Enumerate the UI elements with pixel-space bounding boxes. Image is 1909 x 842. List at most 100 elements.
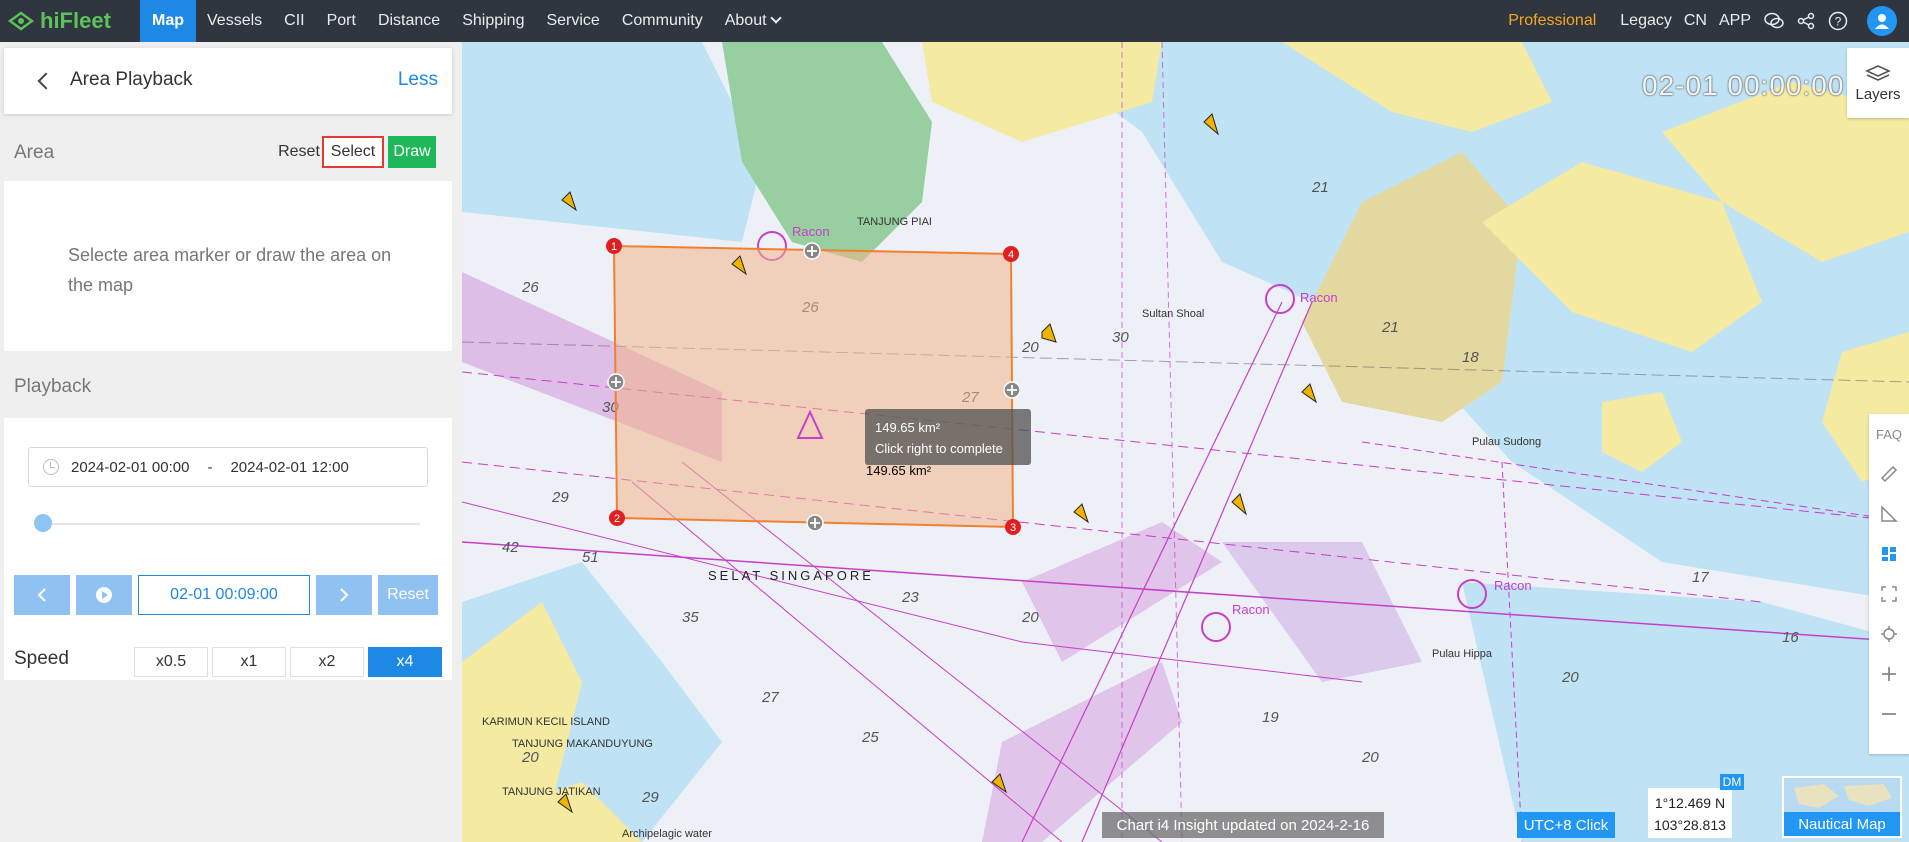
area-section-label: Area	[14, 142, 55, 163]
chevron-left-icon	[37, 588, 46, 602]
speed-x4-button[interactable]: x4	[368, 647, 442, 677]
nautical-map-label: Nautical Map	[1784, 812, 1900, 836]
map-label-tanjung-makanduyung: TANJUNG MAKANDUYUNG	[512, 738, 653, 750]
area-hint-text: Selecte area marker or draw the area on …	[68, 245, 392, 295]
utc-timezone-button[interactable]: UTC+8 Click	[1517, 812, 1615, 838]
back-chevron-icon[interactable]	[37, 72, 55, 90]
latitude-readout: 1°12.469 N	[1654, 795, 1726, 811]
hifleet-logo-icon	[8, 11, 34, 31]
chevron-down-icon	[769, 12, 782, 24]
nav-service[interactable]: Service	[535, 0, 610, 42]
map-label-archipelagic-water: Archipelagic water	[622, 828, 712, 840]
svg-text:51: 51	[582, 549, 599, 566]
nav-community[interactable]: Community	[611, 0, 714, 42]
layers-icon	[1865, 64, 1891, 81]
svg-text:21: 21	[1311, 179, 1329, 196]
professional-link[interactable]: Professional	[1508, 12, 1596, 30]
user-avatar-icon[interactable]	[1867, 6, 1897, 36]
map-label-karimun-kecil: KARIMUN KECIL ISLAND	[482, 716, 610, 728]
playback-slider-handle[interactable]	[34, 514, 52, 532]
playback-slider-track[interactable]	[42, 523, 420, 525]
zoom-in-icon[interactable]	[1869, 654, 1909, 694]
svg-text:20: 20	[1561, 669, 1579, 686]
nautical-chart-map[interactable]: 263029 425135 262720 302725 232021 21182…	[462, 42, 1909, 842]
chat-icon[interactable]	[1763, 10, 1785, 32]
share-icon[interactable]	[1795, 10, 1817, 32]
angle-measure-icon[interactable]	[1869, 494, 1909, 534]
svg-text:35: 35	[682, 609, 699, 626]
current-time-display[interactable]: 02-01 00:09:00	[138, 575, 310, 615]
layers-button[interactable]: Layers	[1847, 48, 1909, 118]
date-range-picker[interactable]: 2024-02-01 00:00 - 2024-02-01 12:00	[28, 447, 428, 487]
area-draw-button[interactable]: Draw	[388, 136, 436, 168]
svg-text:42: 42	[502, 539, 519, 556]
world-map-thumbnail	[1794, 784, 1892, 808]
panel-header: Area Playback Less	[4, 48, 452, 114]
speed-x2-button[interactable]: x2	[290, 647, 364, 677]
main-nav: Map Vessels CII Port Distance Shipping S…	[140, 0, 791, 42]
right-nav: Professional Legacy CN APP ?	[1508, 0, 1909, 42]
nautical-map-switcher[interactable]: Nautical Map	[1782, 776, 1902, 838]
map-label-pulau-sudong: Pulau Sudong	[1472, 436, 1542, 448]
nav-map[interactable]: Map	[140, 0, 196, 42]
nav-cii[interactable]: CII	[273, 0, 315, 42]
nav-distance[interactable]: Distance	[367, 0, 451, 42]
next-button[interactable]	[316, 575, 372, 615]
svg-text:21: 21	[1381, 319, 1399, 336]
speed-x0-5-button[interactable]: x0.5	[134, 647, 208, 677]
svg-text:19: 19	[1262, 709, 1279, 726]
svg-text:20: 20	[521, 749, 539, 766]
svg-text:29: 29	[551, 489, 569, 506]
svg-text:30: 30	[1112, 329, 1129, 346]
chevron-right-icon	[340, 588, 349, 602]
fullscreen-icon[interactable]	[1869, 574, 1909, 614]
map-label-tanjung-piai: TANJUNG PIAI	[857, 216, 932, 228]
area-reset-button[interactable]: Reset	[275, 136, 323, 168]
vertex-label-4: 4	[1008, 249, 1014, 261]
svg-text:29: 29	[641, 789, 659, 806]
speed-x1-button[interactable]: x1	[212, 647, 286, 677]
play-button[interactable]	[76, 575, 132, 615]
svg-text:25: 25	[861, 729, 879, 746]
svg-text:16: 16	[1782, 629, 1799, 646]
svg-text:27: 27	[761, 689, 779, 706]
map-label-racon: Racon	[792, 224, 830, 239]
chart-update-note: Chart i4 Insight updated on 2024-2-16	[1102, 812, 1384, 838]
area-playback-icon[interactable]	[1869, 534, 1909, 574]
svg-text:20: 20	[1021, 339, 1039, 356]
panel-title: Area Playback	[70, 69, 193, 90]
locate-icon[interactable]	[1869, 614, 1909, 654]
area-select-button[interactable]: Select	[322, 136, 384, 168]
nav-about-label: About	[724, 12, 767, 29]
zoom-out-icon[interactable]	[1869, 694, 1909, 734]
date-end: 2024-02-01 12:00	[230, 458, 349, 476]
hifleet-logo[interactable]: hiFleet	[0, 0, 140, 42]
map-label-racon-2: Racon	[1300, 290, 1338, 305]
language-cn[interactable]: CN	[1684, 12, 1707, 30]
nav-port[interactable]: Port	[316, 0, 367, 42]
playback-reset-button[interactable]: Reset	[378, 575, 438, 615]
svg-text:20: 20	[1361, 749, 1379, 766]
nav-vessels[interactable]: Vessels	[196, 0, 273, 42]
legacy-link[interactable]: Legacy	[1620, 12, 1672, 30]
ruler-icon[interactable]	[1869, 454, 1909, 494]
vertex-label-2: 2	[614, 513, 620, 525]
less-link[interactable]: Less	[398, 69, 438, 91]
previous-button[interactable]	[14, 575, 70, 615]
dm-format-toggle[interactable]: DM	[1720, 774, 1744, 790]
layers-label: Layers	[1855, 85, 1901, 103]
date-separator: -	[207, 458, 213, 476]
map-label-racon-4: Racon	[1494, 578, 1532, 593]
app-link[interactable]: APP	[1719, 12, 1751, 30]
app-name: hiFleet	[40, 8, 111, 33]
faq-button[interactable]: FAQ	[1869, 414, 1909, 454]
area-measure-label: 149.65 km²	[866, 463, 932, 478]
help-icon[interactable]: ?	[1827, 10, 1849, 32]
svg-text:26: 26	[521, 279, 539, 296]
nav-about[interactable]: About	[714, 0, 791, 42]
tooltip-area-value: 149.65 km²	[875, 420, 941, 435]
map-label-sultan-shoal: Sultan Shoal	[1142, 308, 1205, 320]
nav-shipping[interactable]: Shipping	[451, 0, 535, 42]
area-tooltip: 149.65 km² Click right to complete	[865, 409, 1031, 465]
longitude-readout: 103°28.813 E	[1654, 817, 1726, 842]
